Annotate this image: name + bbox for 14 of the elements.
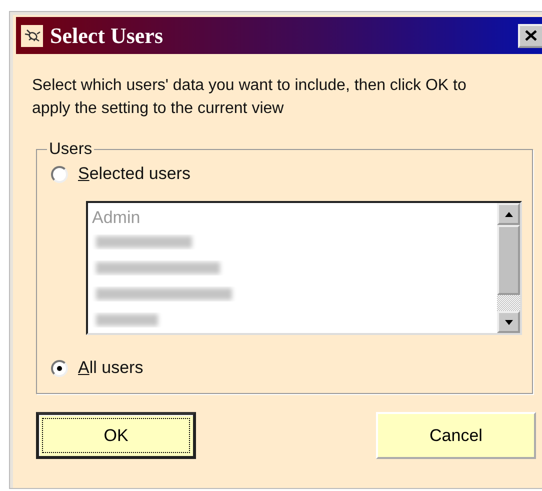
group-label: Users <box>48 140 94 159</box>
dialog-button[interactable]: OK <box>36 412 196 459</box>
option-label[interactable]: All users <box>78 358 144 378</box>
option-label[interactable]: Selected users <box>78 164 190 184</box>
radio-button[interactable] <box>51 166 68 182</box>
close-button[interactable] <box>518 24 542 48</box>
window-title: Select Users <box>50 22 164 48</box>
instruction-text: Select which users' data you want to include, then click OK to apply the setting to the current view <box>32 76 468 119</box>
radio-button[interactable] <box>51 360 68 376</box>
close-icon <box>525 30 537 41</box>
bug-icon <box>21 24 43 46</box>
up-arrow-icon <box>504 212 512 216</box>
dialog-button[interactable]: Cancel <box>376 412 536 459</box>
down-arrow-icon <box>504 320 512 324</box>
